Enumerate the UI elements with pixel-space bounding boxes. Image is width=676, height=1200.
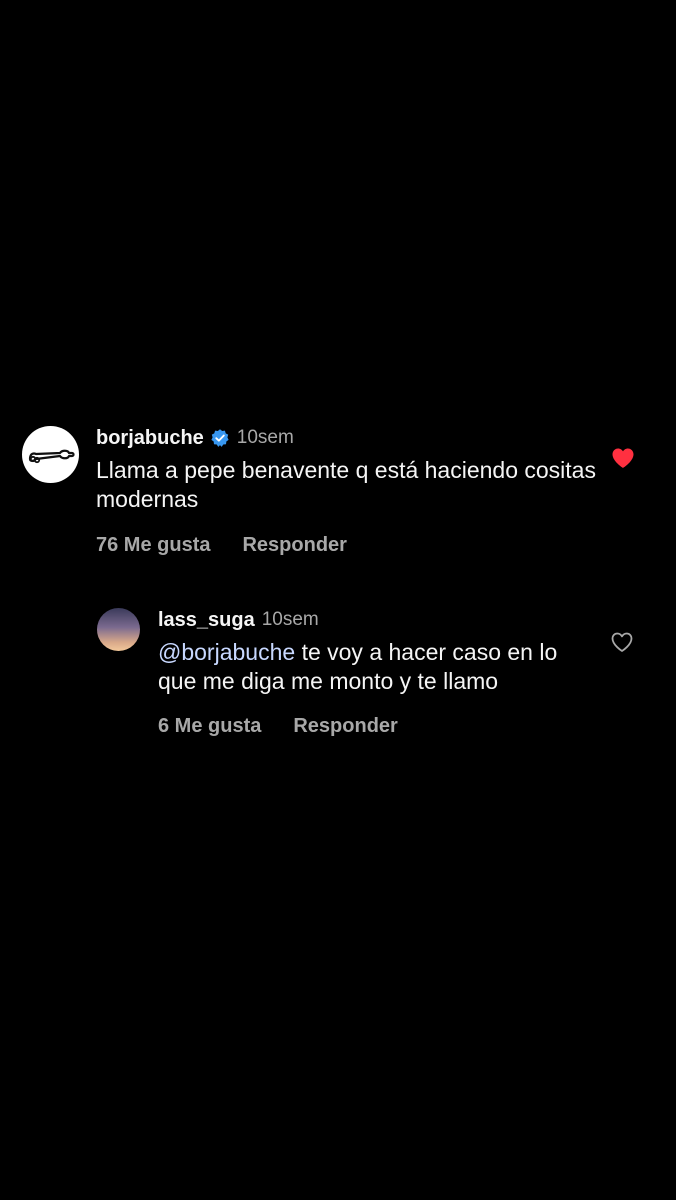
comments-screen: borjabuche 10sem Llama a pepe benavente … bbox=[0, 0, 676, 1200]
comment-text: @borjabuche te voy a hacer caso en lo qu… bbox=[158, 638, 578, 696]
reply-button[interactable]: Responder bbox=[242, 534, 346, 557]
comment-text: Llama a pepe benavente q está haciendo c… bbox=[96, 457, 596, 512]
likes-count[interactable]: 76 Me gusta bbox=[96, 534, 210, 557]
avatar-logo-icon bbox=[28, 449, 75, 464]
comment-actions: 76 Me gusta Responder bbox=[96, 534, 596, 557]
avatar[interactable] bbox=[22, 426, 79, 483]
reply-button[interactable]: Responder bbox=[293, 715, 397, 738]
verified-badge-icon bbox=[211, 429, 229, 447]
comment-meta: borjabuche 10sem bbox=[96, 424, 596, 452]
likes-count[interactable]: 6 Me gusta bbox=[158, 715, 261, 738]
username[interactable]: borjabuche bbox=[96, 427, 204, 450]
comment-actions: 6 Me gusta Responder bbox=[158, 715, 578, 738]
comment-time: 10sem bbox=[236, 427, 294, 448]
username[interactable]: lass_suga bbox=[158, 609, 255, 632]
comment-time: 10sem bbox=[261, 609, 319, 630]
avatar[interactable] bbox=[97, 608, 140, 651]
heart-outline-icon[interactable] bbox=[610, 631, 634, 653]
comment-body: lass_suga 10sem @borjabuche te voy a hac… bbox=[158, 606, 578, 738]
heart-filled-icon[interactable] bbox=[611, 447, 635, 469]
mention-link[interactable]: @borjabuche bbox=[158, 639, 295, 665]
comment-body: borjabuche 10sem Llama a pepe benavente … bbox=[96, 424, 596, 557]
comment-meta: lass_suga 10sem bbox=[158, 606, 578, 634]
